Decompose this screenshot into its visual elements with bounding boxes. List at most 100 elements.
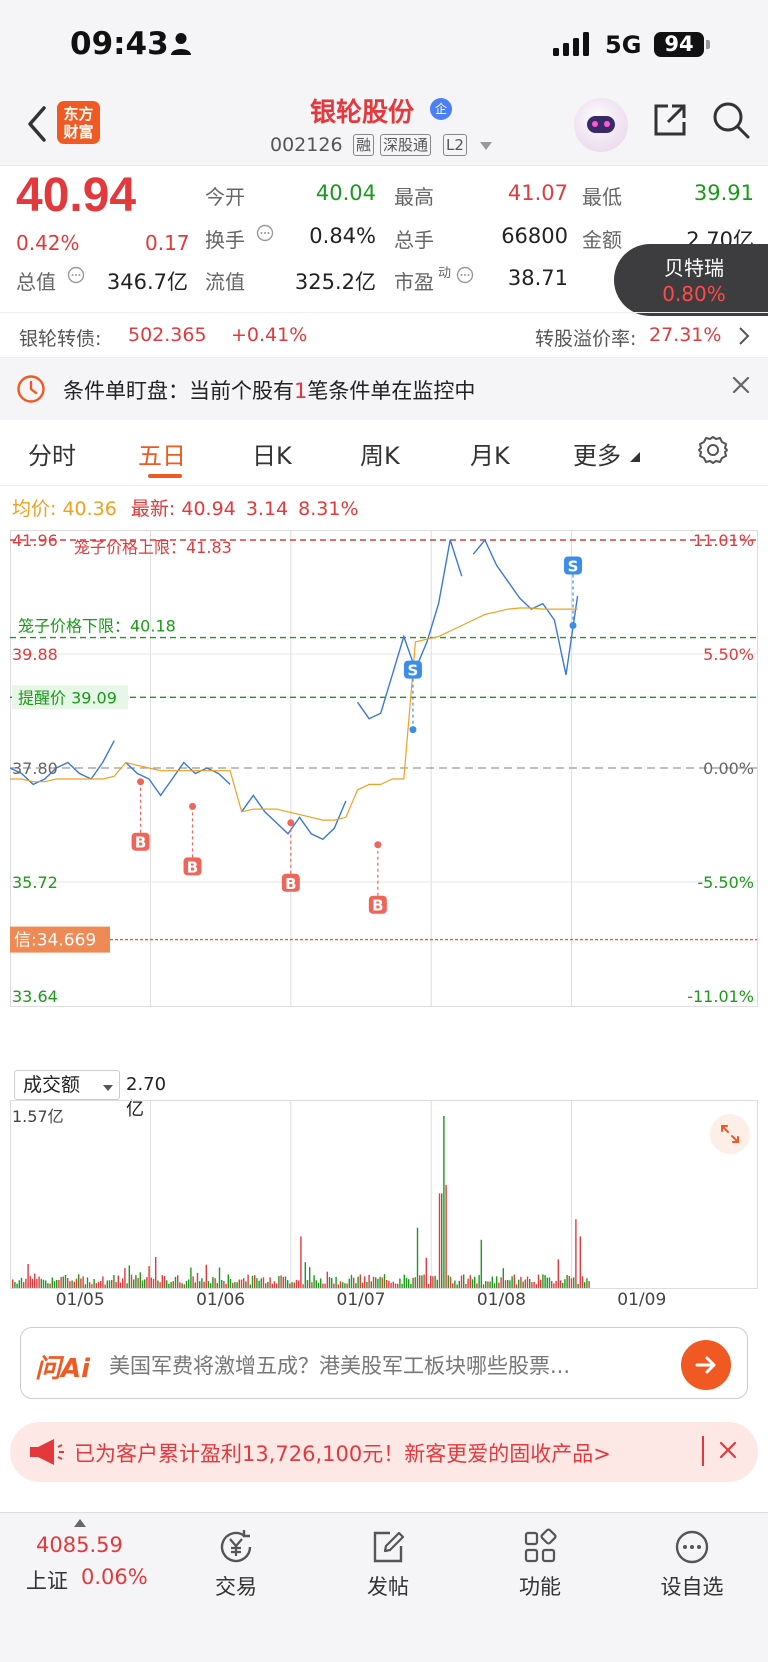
volume-bar	[280, 1275, 282, 1288]
volume-bar	[168, 1283, 170, 1288]
volume-bar	[117, 1275, 119, 1288]
app-logo[interactable]: 东方 财富	[57, 101, 100, 144]
floating-stock-card[interactable]: 贝特瑞 0.80%	[614, 244, 768, 316]
trade-point	[569, 622, 577, 629]
tab-intraday[interactable]: 分时	[28, 436, 76, 471]
volume-bar	[201, 1278, 203, 1288]
volume-bar	[260, 1278, 262, 1288]
five-day-price-chart[interactable]: B B B B S S 41.96 11.01% 39.88 5.50% 37.80 0.00% 35…	[10, 530, 758, 1065]
volume-bar	[573, 1277, 575, 1288]
volume-bar	[179, 1282, 181, 1288]
volume-bar	[38, 1276, 40, 1288]
nav-trade[interactable]: 交易	[176, 1527, 296, 1601]
volume-bar	[326, 1271, 328, 1288]
ask-ai-text[interactable]: 美国军费将激增五成？港美股军工板块哪些股票...	[109, 1350, 669, 1380]
volume-bar	[20, 1277, 23, 1288]
tab-daily-k[interactable]: 日K	[252, 436, 292, 471]
volume-bar	[348, 1278, 350, 1288]
info-icon[interactable]	[67, 266, 85, 284]
volume-bar	[155, 1257, 157, 1288]
volume-bar	[500, 1277, 502, 1288]
volume-bar	[566, 1274, 568, 1288]
y-tick-right: 5.50%	[703, 645, 754, 664]
info-icon[interactable]	[456, 266, 474, 284]
volume-bar	[249, 1284, 251, 1288]
robot-assistant-icon[interactable]	[574, 98, 628, 152]
tab-more[interactable]: 更多	[573, 436, 621, 471]
stock-name[interactable]: 银轮股份	[310, 92, 414, 129]
volume-bar	[245, 1281, 247, 1288]
ask-go-button[interactable]	[681, 1340, 731, 1390]
volume-bar	[111, 1279, 113, 1288]
volume-bar	[284, 1276, 287, 1288]
gear-icon[interactable]	[697, 434, 729, 466]
tab-monthly-k[interactable]: 月K	[470, 436, 510, 471]
stock-header: 东方 财富 银轮股份 企 002126 融 深股通 L2	[0, 90, 768, 166]
tab-weekly-k[interactable]: 周K	[360, 436, 400, 471]
avg-value: 40.36	[62, 498, 117, 520]
nav-add-watchlist[interactable]: 设自选	[632, 1527, 752, 1601]
volume-bar	[557, 1259, 559, 1288]
volume-value: 66800	[501, 224, 568, 248]
nav-post[interactable]: 发帖	[328, 1527, 448, 1601]
volume-bar	[377, 1278, 379, 1288]
volume-bar	[177, 1275, 179, 1288]
bond-change: +0.41%	[231, 324, 308, 346]
back-arrow-icon[interactable]	[22, 102, 52, 146]
volume-bar	[513, 1274, 515, 1288]
volume-bar	[357, 1276, 359, 1288]
volume-bar	[256, 1278, 258, 1288]
volume-bar	[317, 1282, 320, 1288]
volume-bar	[234, 1282, 236, 1288]
close-icon[interactable]	[730, 374, 752, 396]
close-icon[interactable]	[718, 1440, 738, 1460]
volume-bar	[344, 1283, 346, 1288]
volume-indicator-select[interactable]: 成交额	[14, 1070, 120, 1100]
ask-ai-bar[interactable]: 问Ai 美国军费将激增五成？港美股军工板块哪些股票...	[20, 1327, 748, 1399]
change-pct: 0.42%	[16, 231, 80, 255]
volume-bar	[53, 1281, 56, 1288]
volume-bar	[221, 1280, 223, 1288]
volume-bar	[577, 1283, 579, 1288]
volume-bar	[381, 1277, 383, 1288]
volume-bar	[397, 1283, 399, 1288]
promo-divider	[702, 1436, 704, 1466]
convertible-bond-row[interactable]: 银轮转债: 502.365 +0.41% 转股溢价率: 27.31%	[0, 312, 768, 358]
search-icon[interactable]	[711, 100, 751, 140]
volume-bar	[346, 1283, 348, 1288]
limit-up-label: 笼子价格上限：41.83	[74, 538, 232, 557]
volume-bar	[551, 1280, 553, 1288]
volume-bar	[188, 1279, 190, 1288]
y-tick-right: -11.01%	[687, 987, 754, 1006]
expand-button[interactable]	[710, 1114, 750, 1154]
info-icon[interactable]	[256, 224, 274, 242]
amount-label: 金额	[582, 228, 622, 252]
volume-bar	[29, 1276, 31, 1288]
volume-chart[interactable]: 1.57亿	[10, 1100, 758, 1290]
trade-marker-label: B	[372, 897, 383, 915]
volume-bar	[562, 1283, 564, 1288]
volume-bar	[546, 1277, 548, 1288]
condition-order-banner[interactable]: 条件单盯盘：当前个股有1笔条件单在监控中	[0, 358, 768, 420]
chevron-down-icon[interactable]	[480, 142, 492, 150]
volume-bar	[78, 1274, 80, 1288]
volume-bar	[408, 1279, 410, 1288]
volume-bar	[454, 1280, 456, 1288]
latest-label: 最新:	[130, 498, 176, 520]
volume-bars	[12, 1116, 590, 1288]
promo-banner[interactable]: 已为客户累计盈利13,726,100元！新客更爱的固收产品>	[10, 1422, 758, 1482]
active-tab-indicator	[148, 474, 182, 478]
volume-bar	[128, 1265, 130, 1288]
tag-level2: L2	[443, 134, 467, 156]
volume-bar	[278, 1276, 280, 1288]
volume-bar	[273, 1281, 276, 1288]
index-ticker[interactable]: 4085.59 上证 0.06%	[20, 1513, 160, 1613]
volume-bar	[56, 1280, 58, 1288]
volume-bar	[144, 1279, 146, 1288]
nav-functions[interactable]: 功能	[480, 1527, 600, 1601]
volume-bar	[108, 1280, 111, 1288]
tab-five-day[interactable]: 五日	[138, 436, 186, 471]
volume-bar	[47, 1283, 49, 1288]
volume-bar	[465, 1283, 467, 1288]
share-icon[interactable]	[650, 100, 690, 140]
